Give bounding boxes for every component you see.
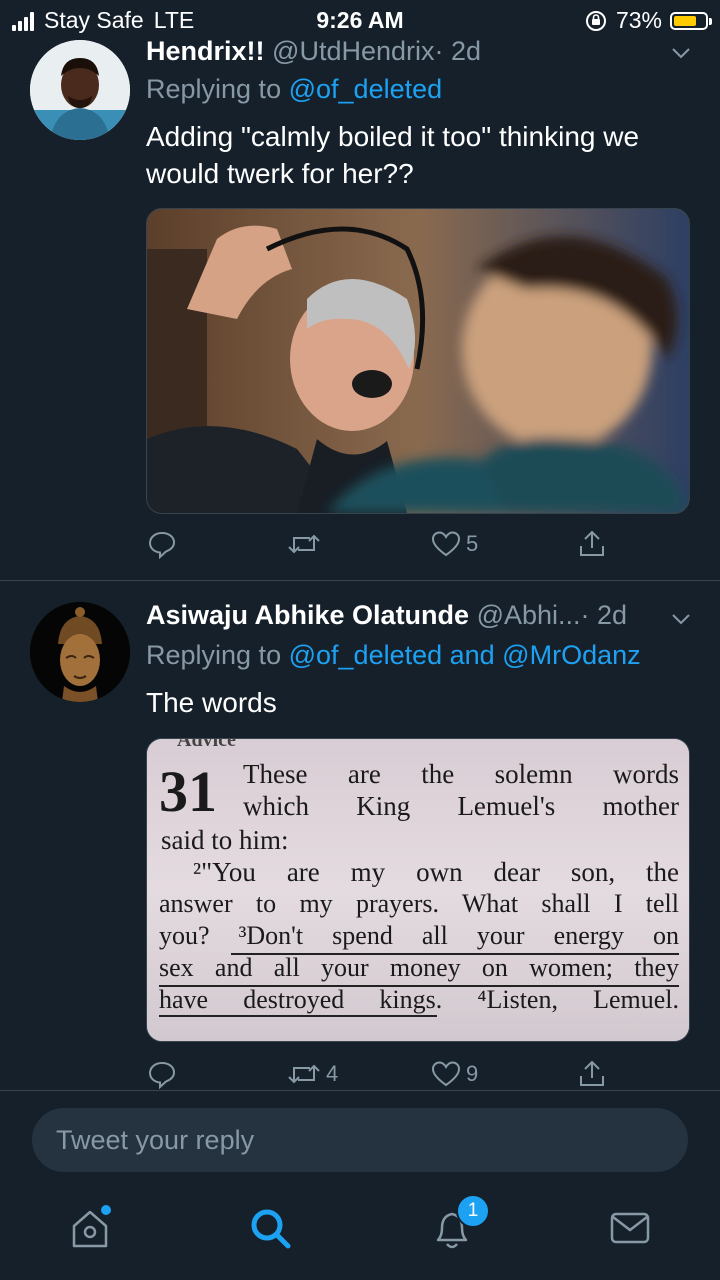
verse-number: 31 — [159, 759, 217, 824]
like-count: 5 — [466, 531, 479, 556]
scripture-line: you? ³Don't spend all your energy on — [159, 921, 679, 950]
underline — [159, 985, 679, 987]
reply-icon — [148, 1061, 176, 1090]
tab-messages[interactable] — [606, 1204, 654, 1252]
page-header: Advice — [177, 738, 236, 751]
reply-mention[interactable]: @of_deleted and @MrOdanz — [289, 640, 641, 670]
composer-divider — [0, 1090, 720, 1091]
timestamp: · 2d — [434, 36, 482, 66]
reply-action[interactable] — [146, 1058, 182, 1090]
chevron-down-icon[interactable] — [670, 42, 692, 64]
like-action[interactable]: 5 — [430, 528, 478, 560]
share-action[interactable] — [576, 1058, 608, 1090]
bronze-head-icon — [30, 602, 130, 702]
scripture-line: ²"You are my own dear son, the — [193, 857, 679, 887]
author-line: Hendrix!! @UtdHendrix· 2d — [146, 36, 481, 67]
replying-to: Replying to @of_deleted and @MrOdanz — [146, 640, 641, 671]
retweet-action[interactable]: 4 — [286, 1058, 338, 1090]
status-right: 73% — [584, 7, 712, 34]
handle[interactable]: @Abhi... — [477, 600, 581, 630]
network-label: LTE — [153, 7, 195, 33]
status-bar: Stay Safe LTE 9:26 AM 73% — [0, 0, 720, 40]
tab-notifications[interactable]: 1 — [428, 1194, 490, 1252]
display-name[interactable]: Asiwaju Abhike Olatunde — [146, 600, 469, 630]
tweet-photo[interactable]: Advice 31 These are the solemn words whi… — [146, 738, 690, 1042]
scripture-line: have destroyed kings. ⁴Listen, Lemuel. — [159, 985, 679, 1014]
search-icon — [251, 1209, 291, 1249]
like-count: 9 — [466, 1061, 479, 1086]
notification-badge: 1 — [456, 1194, 490, 1228]
reply-action[interactable] — [146, 528, 182, 560]
reply-input[interactable]: Tweet your reply — [32, 1108, 688, 1172]
retweet-action[interactable] — [286, 528, 326, 560]
signal-icon — [12, 11, 34, 31]
tweet-text: The words — [146, 687, 277, 718]
underline — [231, 953, 679, 955]
underline — [159, 1015, 437, 1017]
tweet[interactable]: Asiwaju Abhike Olatunde @Abhi...· 2d Rep… — [0, 600, 720, 1090]
user-photo-icon — [30, 40, 130, 140]
avatar[interactable] — [30, 40, 130, 140]
carrier-label: Stay Safe — [44, 7, 144, 33]
replying-prefix: Replying to — [146, 74, 282, 104]
display-name[interactable]: Hendrix!! — [146, 36, 265, 66]
tab-home[interactable] — [66, 1204, 114, 1252]
reply-placeholder: Tweet your reply — [56, 1125, 255, 1155]
tab-bar: 1 — [0, 1190, 720, 1280]
scripture-line: which King Lemuel's mother — [243, 791, 679, 821]
tweet-photo[interactable] — [146, 208, 690, 514]
rotation-lock-icon — [585, 10, 606, 31]
scripture-line: sex and all your money on women; they — [159, 953, 679, 982]
tweet-actions: 4 9 — [146, 1058, 626, 1092]
replying-to: Replying to @of_deleted — [146, 74, 442, 105]
retweet-icon — [288, 534, 320, 554]
scripture-line: These are the solemn words — [243, 759, 679, 789]
scripture-line: said to him: — [161, 825, 289, 855]
retweet-icon — [288, 1064, 320, 1084]
photo-of-man-with-headset — [147, 209, 689, 513]
battery-percent: 73% — [615, 7, 662, 33]
messages-icon — [610, 1212, 650, 1244]
author-line: Asiwaju Abhike Olatunde @Abhi...· 2d — [146, 600, 627, 631]
retweet-count: 4 — [326, 1061, 339, 1086]
share-icon — [580, 1060, 604, 1086]
status-left: Stay Safe LTE — [12, 7, 194, 34]
tweet-text: Adding "calmly boiled it too" thinking w… — [146, 121, 640, 189]
share-icon — [580, 530, 604, 556]
scripture-line: answer to my prayers. What shall I tell — [159, 889, 679, 918]
home-icon — [72, 1205, 111, 1248]
tweet-divider — [0, 580, 720, 581]
avatar[interactable] — [30, 602, 130, 702]
replying-prefix: Replying to — [146, 640, 282, 670]
heart-icon — [431, 531, 461, 557]
tweet-actions: 5 — [146, 528, 626, 562]
bible-page: Advice 31 These are the solemn words whi… — [147, 739, 689, 1041]
tab-search[interactable] — [246, 1204, 294, 1252]
timestamp: · 2d — [580, 600, 628, 630]
tweet[interactable]: Hendrix!! @UtdHendrix· 2d Replying to @o… — [0, 36, 720, 580]
handle[interactable]: @UtdHendrix — [272, 36, 434, 66]
reply-mention[interactable]: @of_deleted — [289, 74, 443, 104]
share-action[interactable] — [576, 528, 608, 560]
battery-icon — [670, 11, 712, 30]
battery-fill — [674, 15, 696, 26]
like-action[interactable]: 9 — [430, 1058, 478, 1090]
chevron-down-icon[interactable] — [670, 608, 692, 630]
heart-icon — [431, 1061, 461, 1087]
reply-icon — [148, 531, 176, 560]
